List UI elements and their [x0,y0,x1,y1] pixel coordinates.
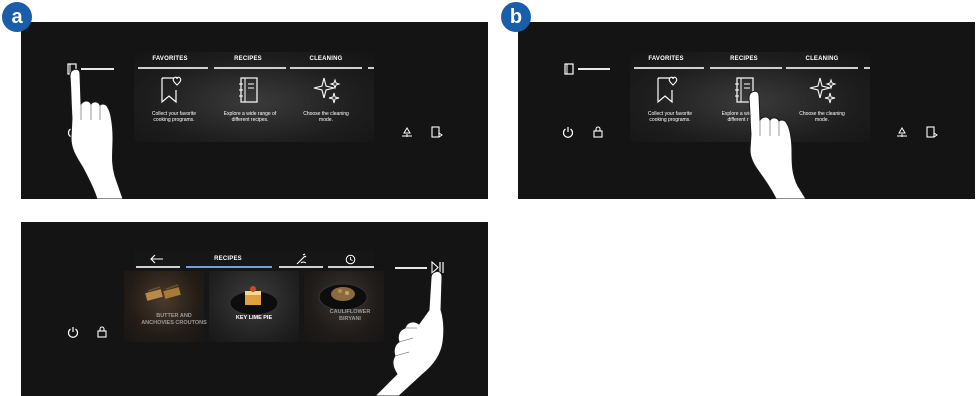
power-icon[interactable] [562,126,574,138]
recipe-label-key-lime-pie: KEY LIME PIE [214,315,294,322]
lock-icon[interactable] [96,326,108,338]
timer-icon[interactable] [345,254,356,265]
croutons-image [145,284,181,301]
bookmark-heart-icon[interactable] [160,76,186,104]
tab-recipes[interactable]: RECIPES [708,56,780,62]
step-badge-a: a [2,2,32,32]
power-icon[interactable] [67,326,79,338]
step-badge-b: b [501,2,531,32]
display-screen: RECIPES BUTTER AND ANCHOVIES CROUTONS KE… [124,251,384,342]
card-text-line: mode. [319,117,333,123]
back-arrow-icon[interactable] [150,254,164,264]
book-icon[interactable] [564,63,574,75]
tab-underline [279,266,323,268]
card-text-line: cooking programs. [153,117,195,123]
light-icon[interactable] [896,126,908,138]
tab-underline [368,67,374,69]
oven-panel-a: FAVORITES RECIPES CLEANING Collect your … [2,2,488,199]
tab-recipes[interactable]: RECIPES [212,56,284,62]
hand-pointer-icon [748,90,807,199]
tab-underline [634,67,704,69]
tab-cleaning[interactable]: CLEANING [786,56,858,62]
tab-underline [214,67,286,69]
slider-line [578,68,610,70]
sparkle-icon[interactable] [312,76,342,106]
tab-underline [136,266,180,268]
tab-underline [786,67,858,69]
tab-favorites[interactable]: FAVORITES [134,56,206,62]
tab-underline [138,67,208,69]
oven-panel-b: FAVORITES RECIPES CLEANING Collect your … [501,2,975,199]
tab-favorites[interactable]: FAVORITES [630,56,702,62]
card-text-line: different recipes. [231,117,269,123]
tab-underline [290,67,362,69]
tab-underline [328,266,374,268]
tab-underline [710,67,782,69]
lock-icon[interactable] [592,126,604,138]
bookmark-heart-icon[interactable] [656,76,682,104]
hand-pointer-icon [374,270,445,396]
tab-underline-active [186,266,272,268]
recipe-tile[interactable] [304,271,384,342]
tab-cleaning[interactable]: CLEANING [290,56,362,62]
door-icon[interactable] [926,126,938,139]
card-cleaning-text: Choose the cleaning mode. [286,111,366,123]
biryani-image [318,283,368,311]
recipe-tile-selected[interactable] [209,271,299,342]
recipe-book-icon[interactable] [238,76,262,104]
recipe-label-line: ANCHOVIES CROUTONS [141,319,207,326]
display-screen: FAVORITES RECIPES CLEANING Collect your … [134,52,374,142]
door-icon[interactable] [431,126,443,139]
hand-pointer-icon [69,68,124,199]
oven-panel-recipes: RECIPES BUTTER AND ANCHOVIES CROUTONS KE… [21,222,488,396]
card-favorites-text: Collect your favorite cooking programs. [134,111,214,123]
recipe-tile[interactable] [124,271,204,342]
tab-underline [864,67,870,69]
recipe-label-croutons: BUTTER AND ANCHOVIES CROUTONS [124,313,224,326]
slider-line [395,267,427,269]
key-lime-pie-image [229,286,279,316]
recipes-title: RECIPES [214,256,242,262]
recipe-label-line: KEY LIME PIE [235,315,273,321]
light-icon[interactable] [401,126,413,138]
card-recipes-text: Explore a wide range of different recipe… [210,111,290,123]
wand-icon[interactable] [295,253,307,265]
